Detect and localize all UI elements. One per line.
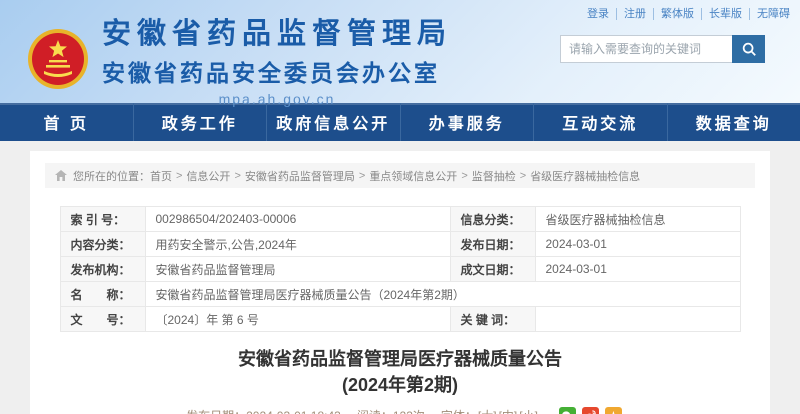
font-size-medium[interactable]: [中] [499, 409, 518, 414]
national-emblem-logo [26, 27, 90, 91]
site-brand: 安徽省药品监督管理局 安徽省药品安全委员会办公室 mpa.ah.gov.cn [26, 10, 452, 107]
font-size-label: 字体： [441, 409, 477, 414]
font-size-controls: 字体：[大][中][小] [441, 407, 539, 414]
font-size-large[interactable]: [大] [478, 409, 497, 414]
share-icons: ★ [553, 407, 622, 414]
keyword-value [535, 307, 740, 332]
index-number-value: 002986504/202403-00006 [145, 207, 450, 232]
publish-org-value: 安徽省药品监督管理局 [145, 257, 450, 282]
top-utility-links: 登录注册繁体版长辈版无障碍 [580, 5, 790, 21]
login-link[interactable]: 登录 [580, 8, 617, 20]
breadcrumb-separator: > [176, 170, 182, 182]
register-link[interactable]: 注册 [617, 8, 654, 20]
breadcrumb-prefix: 您所在的位置： [73, 168, 150, 184]
breadcrumb-agency[interactable]: 安徽省药品监督管理局 [245, 168, 355, 184]
doc-name-value: 安徽省药品监督管理局医疗器械质量公告（2024年第2期） [145, 282, 740, 307]
info-class-value: 省级医疗器械抽检信息 [535, 207, 740, 232]
publish-date-value: 2024-03-01 [535, 232, 740, 257]
search-icon [741, 41, 757, 57]
accessibility-link[interactable]: 无障碍 [750, 8, 790, 20]
site-search [560, 35, 765, 63]
main-nav: 首 页 政务工作 政府信息公开 办事服务 互动交流 数据查询 [0, 103, 800, 141]
star-icon: ★ [608, 409, 618, 414]
table-row: 发布机构： 安徽省药品监督管理局 成文日期： 2024-03-01 [60, 257, 740, 282]
content-card: 您所在的位置： 首页 > 信息公开 > 安徽省药品监督管理局 > 重点领域信息公… [30, 151, 770, 414]
nav-item-interaction[interactable]: 互动交流 [533, 103, 667, 141]
publish-org-label: 发布机构： [60, 257, 145, 282]
search-button[interactable] [732, 35, 765, 63]
breadcrumb-separator: > [520, 170, 526, 182]
font-size-small[interactable]: [小] [519, 409, 538, 414]
favorite-star-button[interactable]: ★ [605, 407, 622, 414]
doc-name-label: 名 称： [60, 282, 145, 307]
doc-number-label: 文 号： [60, 307, 145, 332]
content-class-label: 内容分类： [60, 232, 145, 257]
breadcrumb-separator: > [461, 170, 467, 182]
breadcrumb: 您所在的位置： 首页 > 信息公开 > 安徽省药品监督管理局 > 重点领域信息公… [45, 163, 755, 188]
content-class-value: 用药安全警示,公告,2024年 [145, 232, 450, 257]
breadcrumb-separator: > [359, 170, 365, 182]
site-title-secondary: 安徽省药品安全委员会办公室 [102, 54, 452, 88]
read-count: 阅读：123次 [357, 407, 425, 414]
share-wechat-button[interactable] [559, 407, 576, 414]
search-input[interactable] [560, 35, 732, 63]
breadcrumb-home[interactable]: 首页 [150, 168, 172, 184]
table-row: 索 引 号： 002986504/202403-00006 信息分类： 省级医疗… [60, 207, 740, 232]
home-icon [55, 170, 67, 181]
breadcrumb-current[interactable]: 省级医疗器械抽检信息 [530, 168, 640, 184]
nav-item-info-disclosure[interactable]: 政府信息公开 [266, 103, 400, 141]
traditional-chinese-link[interactable]: 繁体版 [654, 8, 702, 20]
breadcrumb-key-areas[interactable]: 重点领域信息公开 [369, 168, 457, 184]
nav-item-data-query[interactable]: 数据查询 [667, 103, 800, 141]
article-meta: 发布日期：2024-03-01 18:43 阅读：123次 字体：[大][中][… [45, 407, 755, 414]
article-title: 安徽省药品监督管理局医疗器械质量公告 (2024年第2期) [45, 346, 755, 398]
weibo-icon [585, 410, 596, 414]
written-date-value: 2024-03-01 [535, 257, 740, 282]
elderly-version-link[interactable]: 长辈版 [702, 8, 750, 20]
publish-date-label: 发布日期： [450, 232, 535, 257]
publish-datetime: 发布日期：2024-03-01 18:43 [186, 407, 341, 414]
nav-item-services[interactable]: 办事服务 [400, 103, 534, 141]
share-weibo-button[interactable] [582, 407, 599, 414]
doc-number-value: 〔2024〕年 第 6 号 [145, 307, 450, 332]
breadcrumb-separator: > [234, 170, 240, 182]
breadcrumb-info-disclosure[interactable]: 信息公开 [186, 168, 230, 184]
nav-item-government-work[interactable]: 政务工作 [133, 103, 267, 141]
keyword-label: 关 键 词： [450, 307, 535, 332]
table-row: 文 号： 〔2024〕年 第 6 号 关 键 词： [60, 307, 740, 332]
document-info-table: 索 引 号： 002986504/202403-00006 信息分类： 省级医疗… [60, 206, 741, 332]
article-title-line1: 安徽省药品监督管理局医疗器械质量公告 [45, 346, 755, 372]
brand-text: 安徽省药品监督管理局 安徽省药品安全委员会办公室 mpa.ah.gov.cn [102, 10, 452, 107]
site-header: 登录注册繁体版长辈版无障碍 安徽省药品监督管理局 安徽省药品安全委员会办公室 m… [0, 0, 800, 103]
page: 登录注册繁体版长辈版无障碍 安徽省药品监督管理局 安徽省药品安全委员会办公室 m… [0, 0, 800, 414]
site-title-primary: 安徽省药品监督管理局 [102, 10, 452, 52]
info-class-label: 信息分类： [450, 207, 535, 232]
written-date-label: 成文日期： [450, 257, 535, 282]
index-number-label: 索 引 号： [60, 207, 145, 232]
nav-item-home[interactable]: 首 页 [0, 103, 133, 141]
table-row: 名 称： 安徽省药品监督管理局医疗器械质量公告（2024年第2期） [60, 282, 740, 307]
article-title-line2: (2024年第2期) [45, 372, 755, 398]
breadcrumb-sampling[interactable]: 监督抽检 [472, 168, 516, 184]
table-row: 内容分类： 用药安全警示,公告,2024年 发布日期： 2024-03-01 [60, 232, 740, 257]
site-url: mpa.ah.gov.cn [102, 91, 452, 107]
